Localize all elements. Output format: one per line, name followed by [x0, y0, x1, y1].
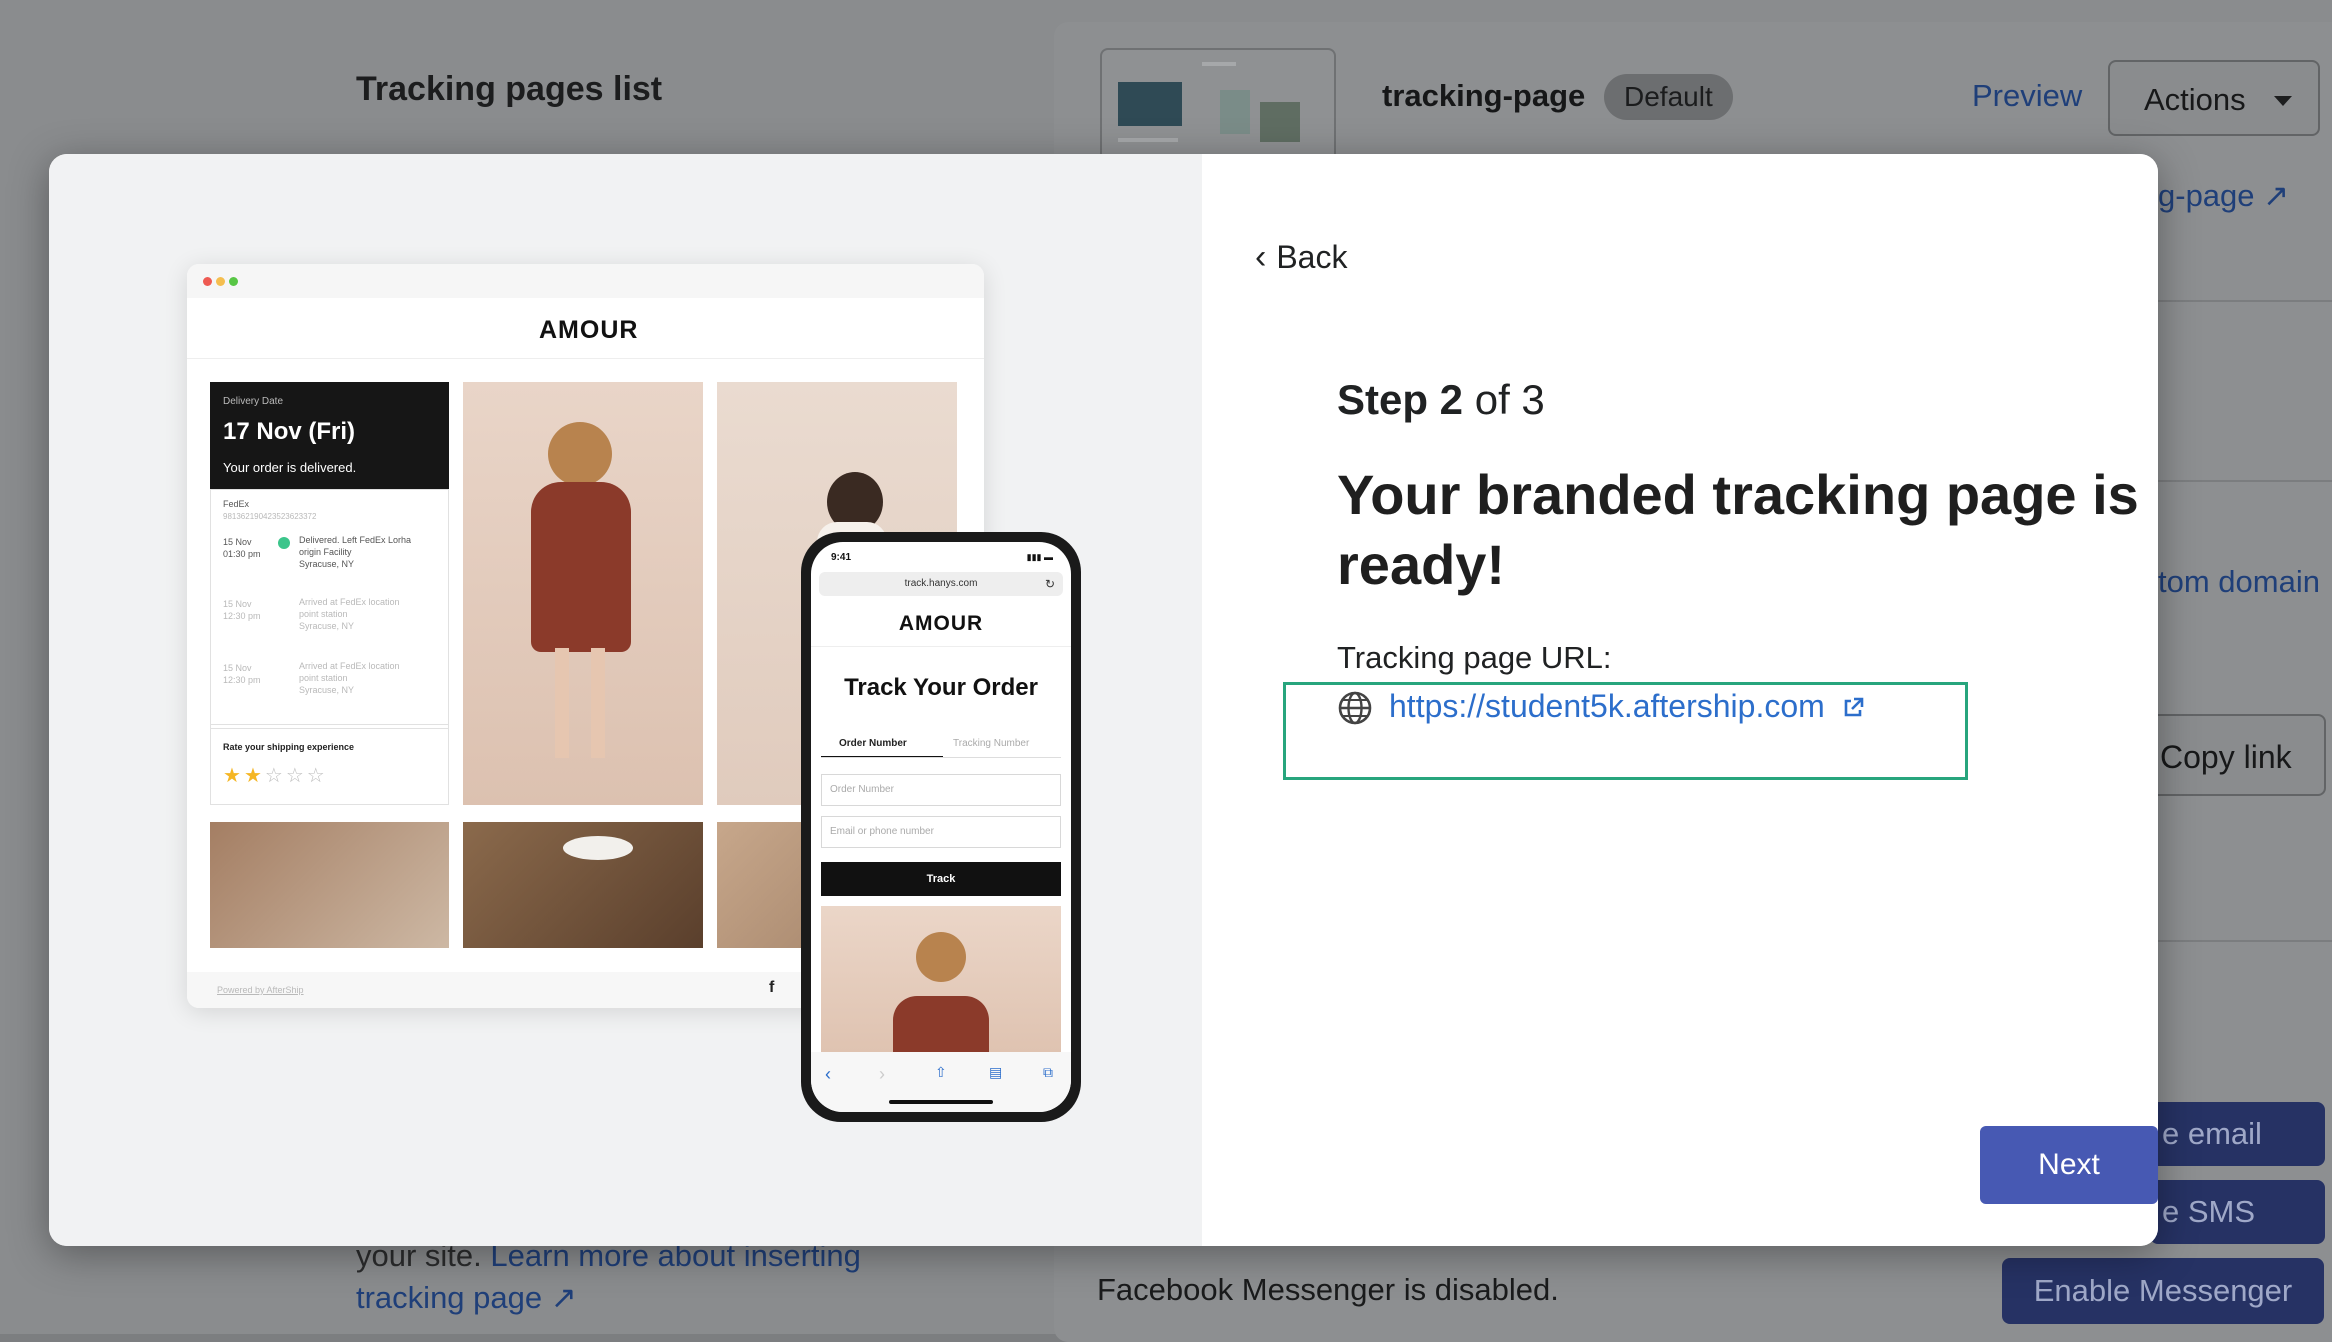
actions-button[interactable]: Actions — [2108, 60, 2320, 136]
url-label: Tracking page URL: — [1337, 640, 1612, 675]
enable-sms-button[interactable]: e SMS — [2150, 1180, 2325, 1244]
email-phone-input: Email or phone number — [821, 816, 1061, 848]
home-indicator — [889, 1100, 993, 1104]
product-photo — [463, 822, 703, 948]
chevron-left-icon: ‹ — [1255, 238, 1267, 276]
tab-tracking-number: Tracking Number — [953, 738, 1030, 749]
star-outline-icon: ☆ — [285, 765, 307, 787]
event-text: point station — [299, 609, 348, 619]
event-time: 12:30 pm — [223, 611, 261, 621]
share-icon: ⇧ — [935, 1064, 947, 1080]
event-text: Syracuse, NY — [299, 621, 355, 631]
event-date: 15 Nov — [223, 537, 252, 547]
phone-address-bar: track.hanys.com ↻ — [819, 572, 1063, 596]
close-dot-icon — [203, 277, 212, 286]
star-outline-icon: ☆ — [306, 765, 328, 787]
phone-time: 9:41 — [831, 552, 852, 563]
delivered-status-icon — [278, 537, 290, 549]
messenger-status: Facebook Messenger is disabled. — [1097, 1272, 1559, 1307]
reload-icon: ↻ — [1044, 577, 1055, 591]
custom-domain-link[interactable]: tom domain — [2158, 564, 2320, 600]
tracking-page-thumbnail — [1100, 48, 1336, 164]
delivery-status: Your order is delivered. — [223, 460, 357, 475]
insert-tracking-page-link-text: tracking page — [356, 1280, 543, 1315]
default-badge: Default — [1604, 74, 1733, 120]
tabs-icon: ⧉ — [1043, 1064, 1053, 1080]
step-indicator: Step 2 of 3 — [1337, 376, 1545, 424]
forward-nav-icon: › — [879, 1064, 885, 1084]
track-button: Track — [821, 862, 1061, 896]
order-number-input: Order Number — [821, 774, 1061, 806]
tracking-page-url-link[interactable]: https://student5k.aftership.com — [1389, 688, 1864, 725]
step-current: Step 2 — [1337, 376, 1464, 423]
phone-screen: 9:41 ▮▮▮ ▬ track.hanys.com ↻ AMOUR Track… — [811, 542, 1071, 1112]
tab-order-number: Order Number — [839, 738, 907, 749]
star-icon: ★ — [243, 765, 265, 787]
back-label: Back — [1276, 239, 1348, 275]
delivery-label: Delivery Date — [223, 396, 284, 407]
delivery-card: Delivery Date 17 Nov (Fri) Your order is… — [210, 382, 449, 489]
next-button[interactable]: Next — [1980, 1126, 2158, 1204]
rating-box: Rate your shipping experience ★★☆☆☆ — [210, 729, 449, 805]
actions-button-label: Actions — [2144, 82, 2246, 117]
rate-label: Rate your shipping experience — [223, 742, 355, 752]
event-time: 01:30 pm — [223, 549, 261, 559]
rating-stars: ★★☆☆☆ — [223, 763, 328, 788]
phone-product-photo — [821, 906, 1061, 1052]
bookmarks-icon: ▤ — [989, 1064, 1003, 1080]
track-your-order-title: Track Your Order — [844, 674, 1038, 701]
step-total: of 3 — [1463, 376, 1545, 423]
onboarding-modal: AMOUR Delivery Date 17 Nov (Fri) Your or… — [49, 154, 2158, 1246]
dialog-content: ‹ Back Step 2 of 3 Your branded tracking … — [1202, 154, 2158, 1246]
powered-by: Powered by AfterShip — [217, 985, 304, 995]
event-text: Arrived at FedEx location — [299, 661, 400, 671]
facebook-icon: f — [769, 979, 775, 996]
globe-icon — [1337, 690, 1373, 726]
tracking-page-link-text: g-page — [2158, 178, 2255, 213]
event-text: Syracuse, NY — [299, 559, 355, 569]
dialog-headline: Your branded tracking page is ready! — [1337, 463, 2139, 596]
tracking-page-name: tracking-page — [1382, 78, 1586, 113]
event-time: 12:30 pm — [223, 675, 261, 685]
phone-preview: 9:41 ▮▮▮ ▬ track.hanys.com ↻ AMOUR Track… — [801, 532, 1081, 1122]
star-icon: ★ — [223, 765, 244, 787]
event-text: Delivered. Left FedEx Lorha — [299, 535, 412, 545]
tracking-timeline: FedEx 981362190423523623372 15 Nov 01:30… — [210, 489, 449, 729]
tracking-pages-list-title: Tracking pages list — [356, 70, 663, 108]
event-date: 15 Nov — [223, 599, 252, 609]
brand-logo: AMOUR — [539, 316, 639, 344]
enable-email-button[interactable]: e email — [2150, 1102, 2325, 1166]
back-nav-icon: ‹ — [825, 1064, 831, 1084]
event-text: Syracuse, NY — [299, 685, 355, 695]
minimize-dot-icon — [216, 277, 225, 286]
phone-address: track.hanys.com — [904, 578, 978, 589]
preview-panel: AMOUR Delivery Date 17 Nov (Fri) Your or… — [49, 154, 1202, 1246]
external-link-icon: ↗ — [550, 1280, 577, 1315]
enable-messenger-button[interactable]: Enable Messenger — [2002, 1258, 2324, 1324]
star-outline-icon: ☆ — [264, 765, 286, 787]
external-link-icon: ↗ — [2263, 178, 2290, 213]
event-text: point station — [299, 673, 348, 683]
copy-link-button[interactable]: Copy link — [2130, 714, 2326, 796]
carrier-name: FedEx — [223, 499, 250, 509]
product-photo — [463, 382, 703, 805]
preview-link[interactable]: Preview — [1972, 78, 2082, 114]
caret-down-icon — [2274, 96, 2292, 106]
tracking-number: 981362190423523623372 — [223, 512, 317, 521]
insert-tracking-page-link[interactable]: tracking page ↗ — [356, 1280, 577, 1316]
phone-brand-logo: AMOUR — [898, 612, 984, 635]
external-link-icon — [1842, 690, 1864, 717]
delivery-date: 17 Nov (Fri) — [223, 418, 356, 445]
signal-battery-icon: ▮▮▮ ▬ — [1026, 552, 1053, 562]
maximize-dot-icon — [229, 277, 238, 286]
event-text: origin Facility — [299, 547, 352, 557]
product-photo — [210, 822, 449, 948]
event-date: 15 Nov — [223, 663, 252, 673]
back-button[interactable]: ‹ Back — [1255, 238, 1347, 277]
tracking-page-link[interactable]: g-page ↗ — [2158, 178, 2289, 214]
browser-bar — [187, 264, 984, 298]
event-text: Arrived at FedEx location — [299, 597, 400, 607]
divider — [187, 358, 984, 359]
tracking-page-url: https://student5k.aftership.com — [1389, 688, 1825, 724]
